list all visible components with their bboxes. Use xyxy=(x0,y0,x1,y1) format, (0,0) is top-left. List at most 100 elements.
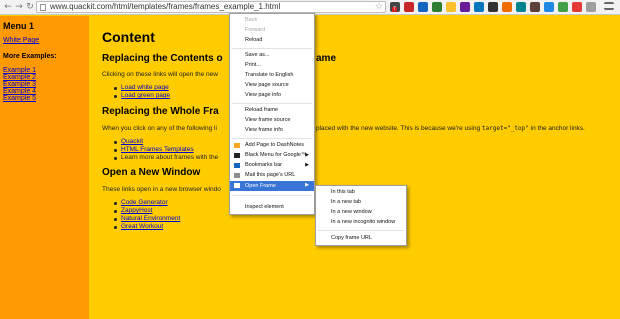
html-frames-templates-link[interactable]: HTML Frames Templates xyxy=(121,146,194,153)
bookmarks-icon xyxy=(234,163,240,168)
extension-gray-icon[interactable] xyxy=(586,2,596,12)
section2-text-end: placed with the new website. This is bec… xyxy=(316,125,585,132)
menu-item-label: In this tab xyxy=(331,189,355,195)
back-arrow-icon[interactable]: ← xyxy=(3,2,13,12)
menu-item-save-as[interactable]: Save as... xyxy=(230,51,314,60)
menu-item-view-page-info[interactable]: View page info xyxy=(230,91,314,100)
example-5-link[interactable]: Example 5 xyxy=(3,95,36,102)
bullet xyxy=(114,95,117,98)
menu-item-label: View frame info xyxy=(245,127,283,133)
menu-item-view-frame-info[interactable]: View frame info xyxy=(230,126,314,135)
menu-item-label: Inspect element xyxy=(245,204,284,210)
zappyhost-link[interactable]: ZappyHost xyxy=(121,207,152,214)
menu-item-label: Save as... xyxy=(245,52,270,58)
extension-purple-icon[interactable] xyxy=(460,2,470,12)
menu-item-back[interactable]: Back xyxy=(230,16,314,25)
submenu-item-incognito[interactable]: In a new incognito window xyxy=(316,218,406,227)
menu-item-bookmarks-bar[interactable]: Bookmarks bar ▶ xyxy=(230,161,314,170)
menu-item-label: Copy frame URL xyxy=(331,235,372,241)
section1-heading: Replacing the Contents o xyxy=(102,53,223,64)
submenu-item-this-tab[interactable]: In this tab xyxy=(316,188,406,197)
extension-sky-icon[interactable] xyxy=(544,2,554,12)
page-icon xyxy=(40,4,46,11)
bullet xyxy=(114,218,117,221)
menu-item-label: View page source xyxy=(245,82,289,88)
section1-heading-end: ame xyxy=(316,53,337,64)
extension-green-icon[interactable] xyxy=(432,2,442,12)
bullet xyxy=(114,149,117,152)
bookmark-star-icon[interactable]: ☆ xyxy=(375,2,383,12)
submenu-item-copy-frame-url[interactable]: Copy frame URL xyxy=(316,234,406,243)
code-generator-link[interactable]: Code Generator xyxy=(121,199,168,206)
menu-item-label: Back xyxy=(245,17,258,23)
example-2-link[interactable]: Example 2 xyxy=(3,74,36,81)
submenu-item-new-window[interactable]: In a new window xyxy=(316,208,406,217)
example-1-link[interactable]: Example 1 xyxy=(3,67,36,74)
section3-text: These links open in a new browser windo xyxy=(102,186,221,193)
menu-item-forward[interactable]: Forward xyxy=(230,26,314,35)
menu-item-translate[interactable]: Translate to English xyxy=(230,71,314,80)
learn-more-text: Learn more about frames with the xyxy=(121,154,219,161)
menu-item-view-frame-source[interactable]: View frame source xyxy=(230,116,314,125)
menu-item-black-menu[interactable]: Black Menu for Google™ ▶ xyxy=(230,151,314,160)
dashnotes-icon xyxy=(234,143,240,148)
bullet xyxy=(114,202,117,205)
extension-yellow-icon[interactable] xyxy=(446,2,456,12)
menu-item-label: Add Page to DashNotes xyxy=(245,142,305,148)
extension-cat-icon[interactable] xyxy=(488,2,498,12)
extension-brown-icon[interactable] xyxy=(530,2,540,12)
extension-blue-icon[interactable] xyxy=(418,2,428,12)
content-frame: Content Replacing the Contents o ame Cli… xyxy=(89,16,620,319)
submenu-arrow-icon: ▶ xyxy=(305,162,309,168)
extension-lime-icon[interactable] xyxy=(558,2,568,12)
menu-item-label: Reload frame xyxy=(245,107,279,113)
section3-heading: Open a New Window xyxy=(102,167,201,178)
menu-item-open-frame[interactable]: Open Frame ▶ xyxy=(230,181,314,191)
bullet xyxy=(114,141,117,144)
extension-red-icon[interactable] xyxy=(404,2,414,12)
natural-environment-link[interactable]: Natural Environment xyxy=(121,215,180,222)
forward-arrow-icon[interactable]: → xyxy=(14,2,24,12)
extension-teal-icon[interactable] xyxy=(516,2,526,12)
menu-separator xyxy=(232,48,312,49)
menu-item-view-page-source[interactable]: View page source xyxy=(230,81,314,90)
menu-item-label: In a new tab xyxy=(331,199,361,205)
menu-item-label: Reload xyxy=(245,37,263,43)
menu-item-print[interactable]: Print... xyxy=(230,61,314,70)
menu-item-label: Mail this page's URL xyxy=(245,172,296,178)
menu-item-reload[interactable]: Reload xyxy=(230,36,314,45)
menu-item-add-dashnotes[interactable]: Add Page to DashNotes xyxy=(230,141,314,150)
example-4-link[interactable]: Example 4 xyxy=(3,88,36,95)
menu-item-inspect-element[interactable]: Inspect element xyxy=(230,203,314,212)
great-workout-link[interactable]: Great Workout xyxy=(121,223,163,230)
menu-item-label: In a new window xyxy=(331,209,372,215)
open-frame-icon xyxy=(234,183,240,188)
section2-text-suffix: in the anchor links. xyxy=(530,125,585,132)
menu-item-reload-frame[interactable]: Reload frame xyxy=(230,106,314,115)
menu-item-label: In a new incognito window xyxy=(331,219,396,225)
white-page-link[interactable]: White Page xyxy=(3,37,39,44)
extension-twitter-icon[interactable] xyxy=(474,2,484,12)
url-text[interactable]: www.quackit.com/html/templates/frames/fr… xyxy=(50,2,280,12)
reload-icon[interactable]: ↻ xyxy=(25,2,35,12)
example-3-link[interactable]: Example 3 xyxy=(3,81,36,88)
address-bar[interactable]: www.quackit.com/html/templates/frames/fr… xyxy=(36,1,386,13)
quackit-link[interactable]: Quackit xyxy=(121,138,143,145)
section2-text-prefix: placed with the new website. This is bec… xyxy=(316,125,481,132)
menu-separator xyxy=(232,138,312,139)
submenu-arrow-icon: ▶ xyxy=(305,182,309,188)
menu-item-label: Forward xyxy=(245,27,266,33)
more-examples-title: More Examples: xyxy=(3,53,57,60)
mail-icon xyxy=(234,173,240,178)
menu-icon[interactable] xyxy=(604,2,614,10)
submenu-item-new-tab[interactable]: In a new tab xyxy=(316,198,406,207)
load-white-page-link[interactable]: Load white page xyxy=(121,84,169,91)
extension-orange-icon[interactable] xyxy=(502,2,512,12)
load-green-page-link[interactable]: Load green page xyxy=(121,92,170,99)
context-menu: Back Forward Reload Save as... Print... … xyxy=(229,13,315,215)
extension-badge: 7 xyxy=(392,6,397,12)
extension-alert-icon[interactable] xyxy=(572,2,582,12)
bullet xyxy=(114,226,117,229)
menu-item-mail-url[interactable]: Mail this page's URL xyxy=(230,171,314,180)
menu-item-label: Translate to English xyxy=(245,72,294,78)
